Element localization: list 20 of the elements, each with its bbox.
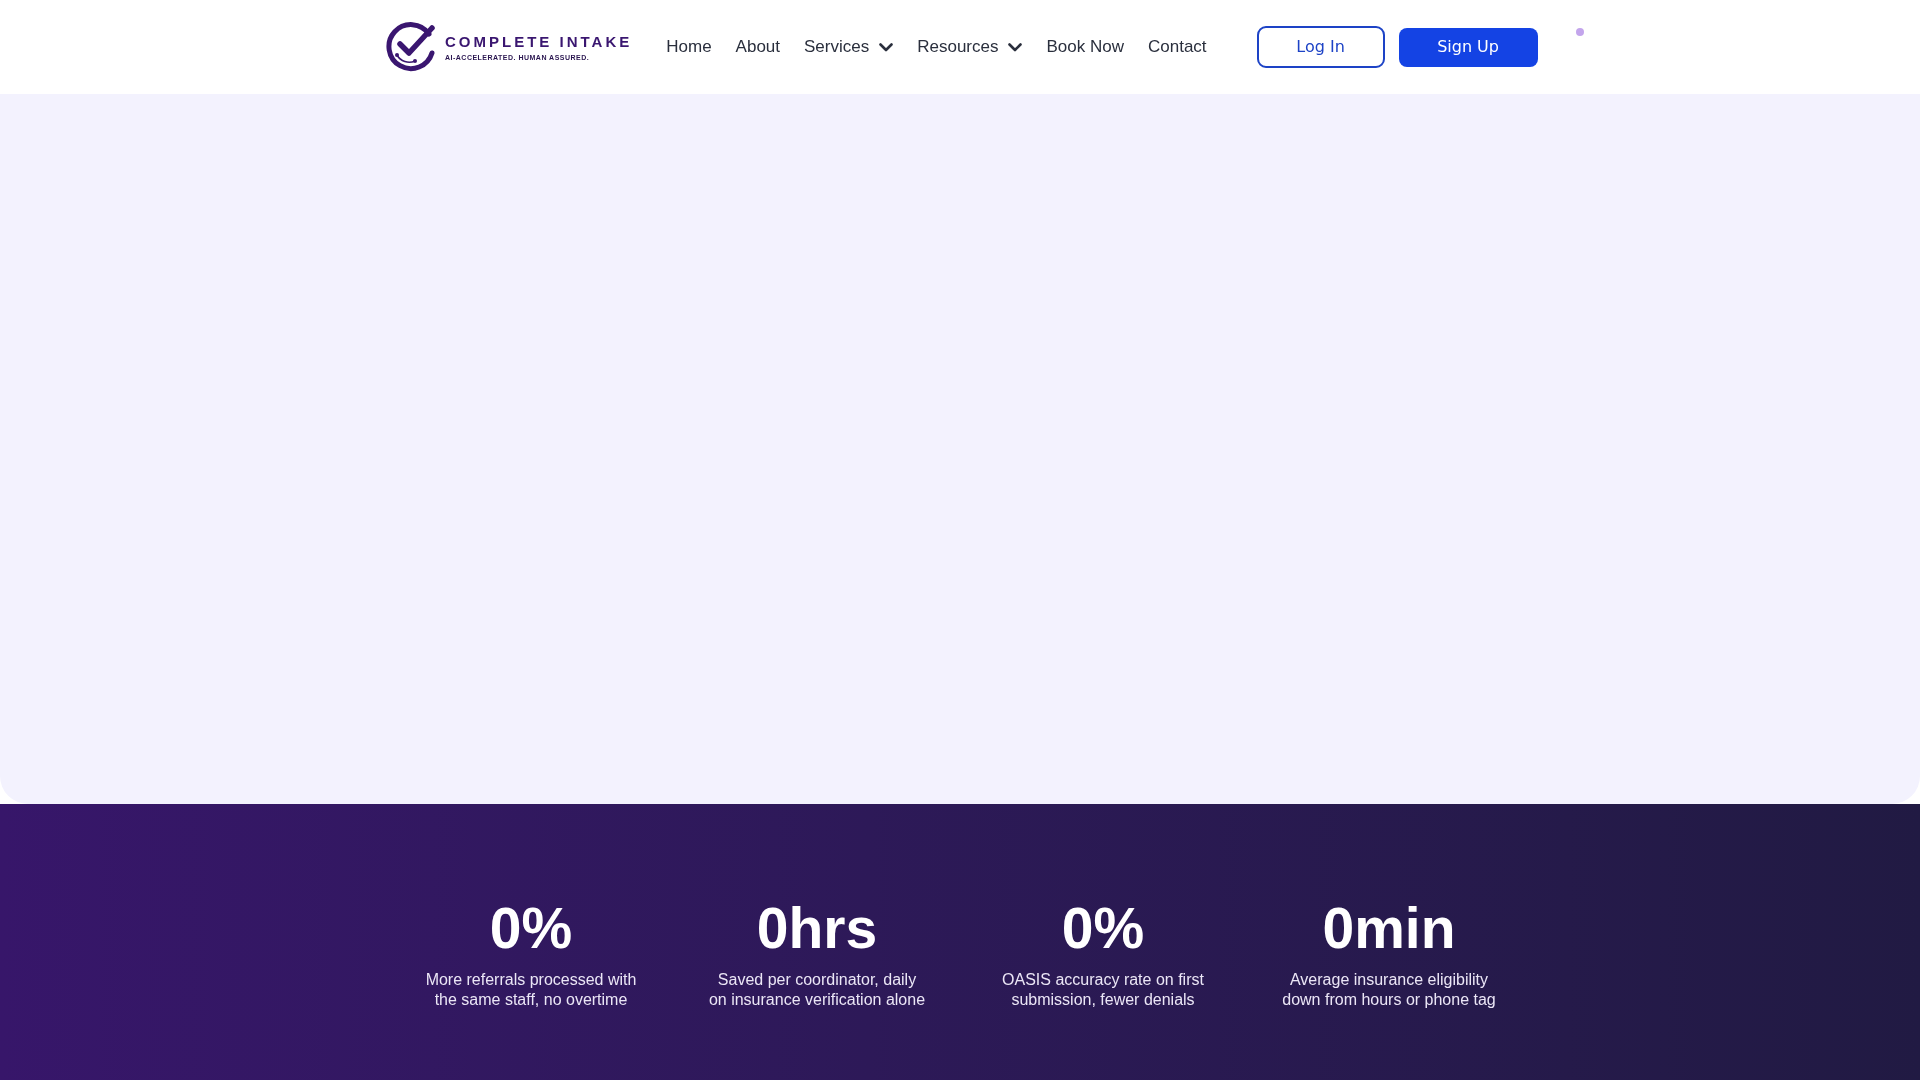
login-button[interactable]: Log In [1256, 26, 1385, 68]
chevron-down-icon [879, 42, 894, 52]
chevron-down-icon [1008, 42, 1023, 52]
stat-description: OASIS accuracy rate on first submission, fewer denials [1002, 970, 1204, 1010]
stat-description: Saved per coordinator, daily on insurance verification alone [708, 970, 926, 1010]
stat-value: 0min [1322, 900, 1456, 957]
nav-link[interactable]: About [735, 34, 781, 60]
nav-link[interactable]: Home [666, 34, 712, 60]
nav-dropdown[interactable]: Services [804, 34, 894, 60]
stat-value: 0hrs [756, 900, 878, 957]
signup-button[interactable]: Sign Up [1398, 27, 1538, 67]
brand-name: COMPLETE INTAKE [445, 32, 633, 50]
stat-description: More referrals processed with the same staff, no overtime [425, 970, 637, 1010]
circle-check-logo-icon [385, 22, 438, 72]
stat-value: 0% [1061, 900, 1145, 957]
nav-link[interactable]: Contact [1147, 34, 1207, 60]
nav-dropdown[interactable]: Resources [917, 34, 1023, 60]
stat-description: Average insurance eligibility down from hours or phone tag [1282, 970, 1496, 1010]
nav-link[interactable]: Book Now [1046, 34, 1124, 60]
stat-value: 0% [489, 900, 573, 957]
